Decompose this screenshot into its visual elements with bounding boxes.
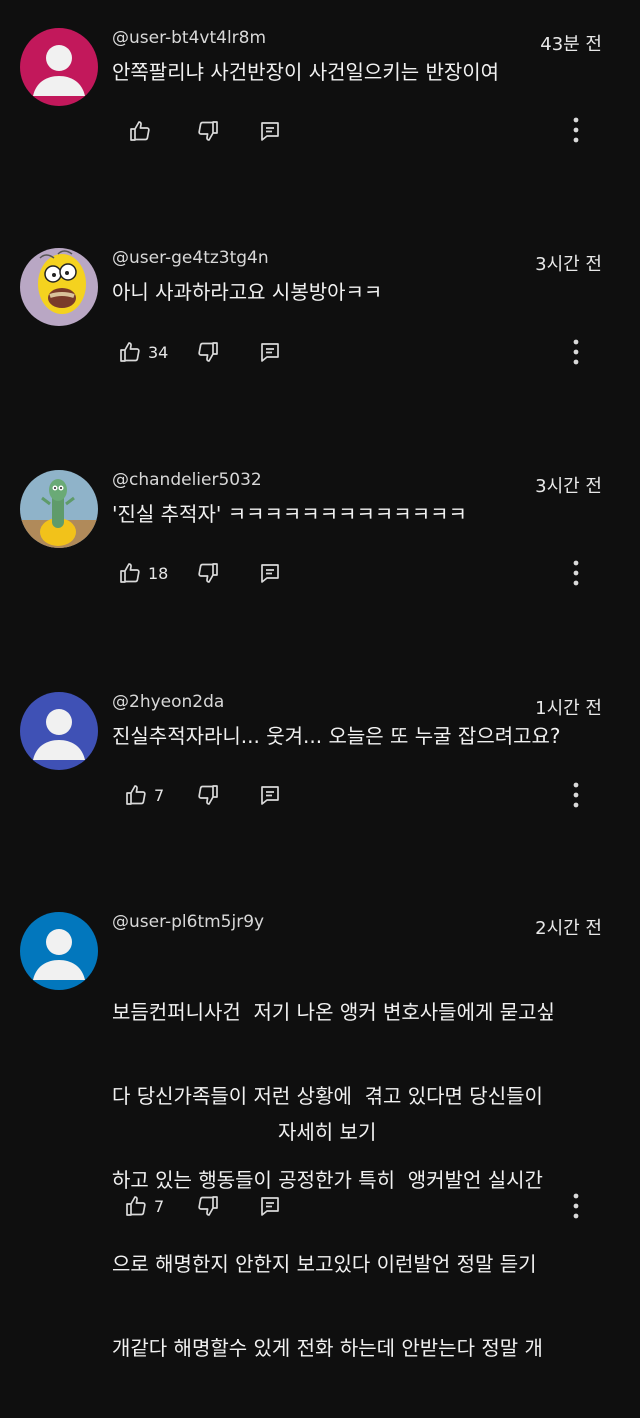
avatar[interactable] bbox=[20, 28, 98, 106]
comment-text: 아니 사과하라고요 시봉방아ㅋㅋ bbox=[112, 280, 383, 304]
avatar[interactable] bbox=[20, 912, 98, 990]
dislike-button[interactable] bbox=[196, 781, 220, 809]
reply-icon bbox=[258, 119, 282, 143]
more-options-button[interactable] bbox=[564, 337, 588, 367]
reply-icon bbox=[258, 561, 282, 585]
dislike-button[interactable] bbox=[196, 338, 220, 366]
more-options-button[interactable] bbox=[564, 780, 588, 810]
more-options-button[interactable] bbox=[564, 115, 588, 145]
comment-timestamp: 43분 전 bbox=[540, 34, 602, 55]
dislike-button[interactable] bbox=[196, 559, 220, 587]
dislike-icon bbox=[196, 119, 220, 143]
comment-text-line: 개같다 해명할수 있게 전화 하는데 안받는다 정말 개 bbox=[112, 1336, 543, 1360]
more-vert-icon bbox=[564, 780, 588, 810]
reply-icon bbox=[258, 783, 282, 807]
comment-text: 안쪽팔리냐 사건반장이 사건일으키는 반장이여 bbox=[112, 60, 500, 84]
dislike-button[interactable] bbox=[196, 1192, 220, 1220]
comment-author[interactable]: @user-bt4vt4lr8m bbox=[112, 28, 266, 48]
read-more-button[interactable]: 자세히 보기 bbox=[278, 1116, 376, 1145]
dislike-icon bbox=[196, 1194, 220, 1218]
comment-text: '진실 추적자' ㅋㅋㅋㅋㅋㅋㅋㅋㅋㅋㅋㅋㅋ bbox=[112, 502, 467, 526]
dislike-icon bbox=[196, 561, 220, 585]
reply-button[interactable] bbox=[258, 781, 282, 809]
default-avatar-icon bbox=[20, 692, 98, 770]
like-count: 7 bbox=[154, 1196, 165, 1216]
dislike-icon bbox=[196, 783, 220, 807]
comment-text: 진실추적자라니... 웃겨... 오늘은 또 누굴 잡으려고요? bbox=[112, 724, 561, 748]
reply-button[interactable] bbox=[258, 1192, 282, 1220]
like-button[interactable]: 18 bbox=[118, 559, 168, 587]
more-vert-icon bbox=[564, 115, 588, 145]
like-count: 18 bbox=[148, 563, 169, 583]
default-avatar-icon bbox=[20, 912, 98, 990]
comment-author[interactable]: @2hyeon2da bbox=[112, 692, 224, 712]
cartoon-character-avatar-icon bbox=[20, 470, 98, 548]
like-button[interactable] bbox=[128, 117, 158, 145]
comment-timestamp: 3시간 전 bbox=[535, 476, 602, 497]
comment-text-line: 하고 있는 행동들이 공정한가 특히 앵커발언 실시간 bbox=[112, 1168, 543, 1192]
like-count: 34 bbox=[148, 342, 169, 362]
reply-button[interactable] bbox=[258, 559, 282, 587]
more-vert-icon bbox=[564, 1191, 588, 1221]
like-icon bbox=[124, 1194, 148, 1218]
more-vert-icon bbox=[564, 558, 588, 588]
avatar[interactable] bbox=[20, 248, 98, 326]
reply-icon bbox=[258, 340, 282, 364]
avatar[interactable] bbox=[20, 692, 98, 770]
comment-text-line: 다 당신가족들이 저런 상황에 겪고 있다면 당신들이 bbox=[112, 1084, 543, 1108]
comment-actions: 34 bbox=[118, 338, 598, 366]
like-icon bbox=[118, 340, 142, 364]
more-vert-icon bbox=[564, 337, 588, 367]
like-icon bbox=[128, 119, 152, 143]
comment-author[interactable]: @user-ge4tz3tg4n bbox=[112, 248, 269, 268]
like-count: 7 bbox=[154, 785, 165, 805]
like-icon bbox=[124, 783, 148, 807]
reply-button[interactable] bbox=[258, 338, 282, 366]
comment-author[interactable]: @chandelier5032 bbox=[112, 470, 262, 490]
comment-author[interactable]: @user-pl6tm5jr9y bbox=[112, 912, 264, 932]
comment-actions: 7 bbox=[118, 1192, 598, 1220]
like-button[interactable]: 7 bbox=[124, 781, 164, 809]
comment-timestamp: 2시간 전 bbox=[535, 918, 602, 939]
comment-timestamp: 1시간 전 bbox=[535, 698, 602, 719]
dislike-button[interactable] bbox=[196, 117, 220, 145]
more-options-button[interactable] bbox=[564, 1191, 588, 1221]
reply-icon bbox=[258, 1194, 282, 1218]
comment-actions bbox=[118, 117, 598, 145]
cartoon-character-avatar-icon bbox=[20, 248, 98, 326]
dislike-icon bbox=[196, 340, 220, 364]
comment-text-line: 보듬컨퍼니사건 저기 나온 앵커 변호사들에게 묻고싶 bbox=[112, 1000, 555, 1024]
comment-text: 보듬컨퍼니사건 저기 나온 앵커 변호사들에게 묻고싶 다 당신가족들이 저런 … bbox=[112, 942, 612, 1418]
comment-timestamp: 3시간 전 bbox=[535, 254, 602, 275]
more-options-button[interactable] bbox=[564, 558, 588, 588]
like-icon bbox=[118, 561, 142, 585]
default-avatar-icon bbox=[20, 28, 98, 106]
avatar[interactable] bbox=[20, 470, 98, 548]
comment-actions: 7 bbox=[118, 781, 598, 809]
comment-text-line: 으로 해명한지 안한지 보고있다 이런발언 정말 듣기 bbox=[112, 1252, 537, 1276]
reply-button[interactable] bbox=[258, 117, 282, 145]
like-button[interactable]: 7 bbox=[124, 1192, 164, 1220]
comment-actions: 18 bbox=[118, 559, 598, 587]
like-button[interactable]: 34 bbox=[118, 338, 168, 366]
